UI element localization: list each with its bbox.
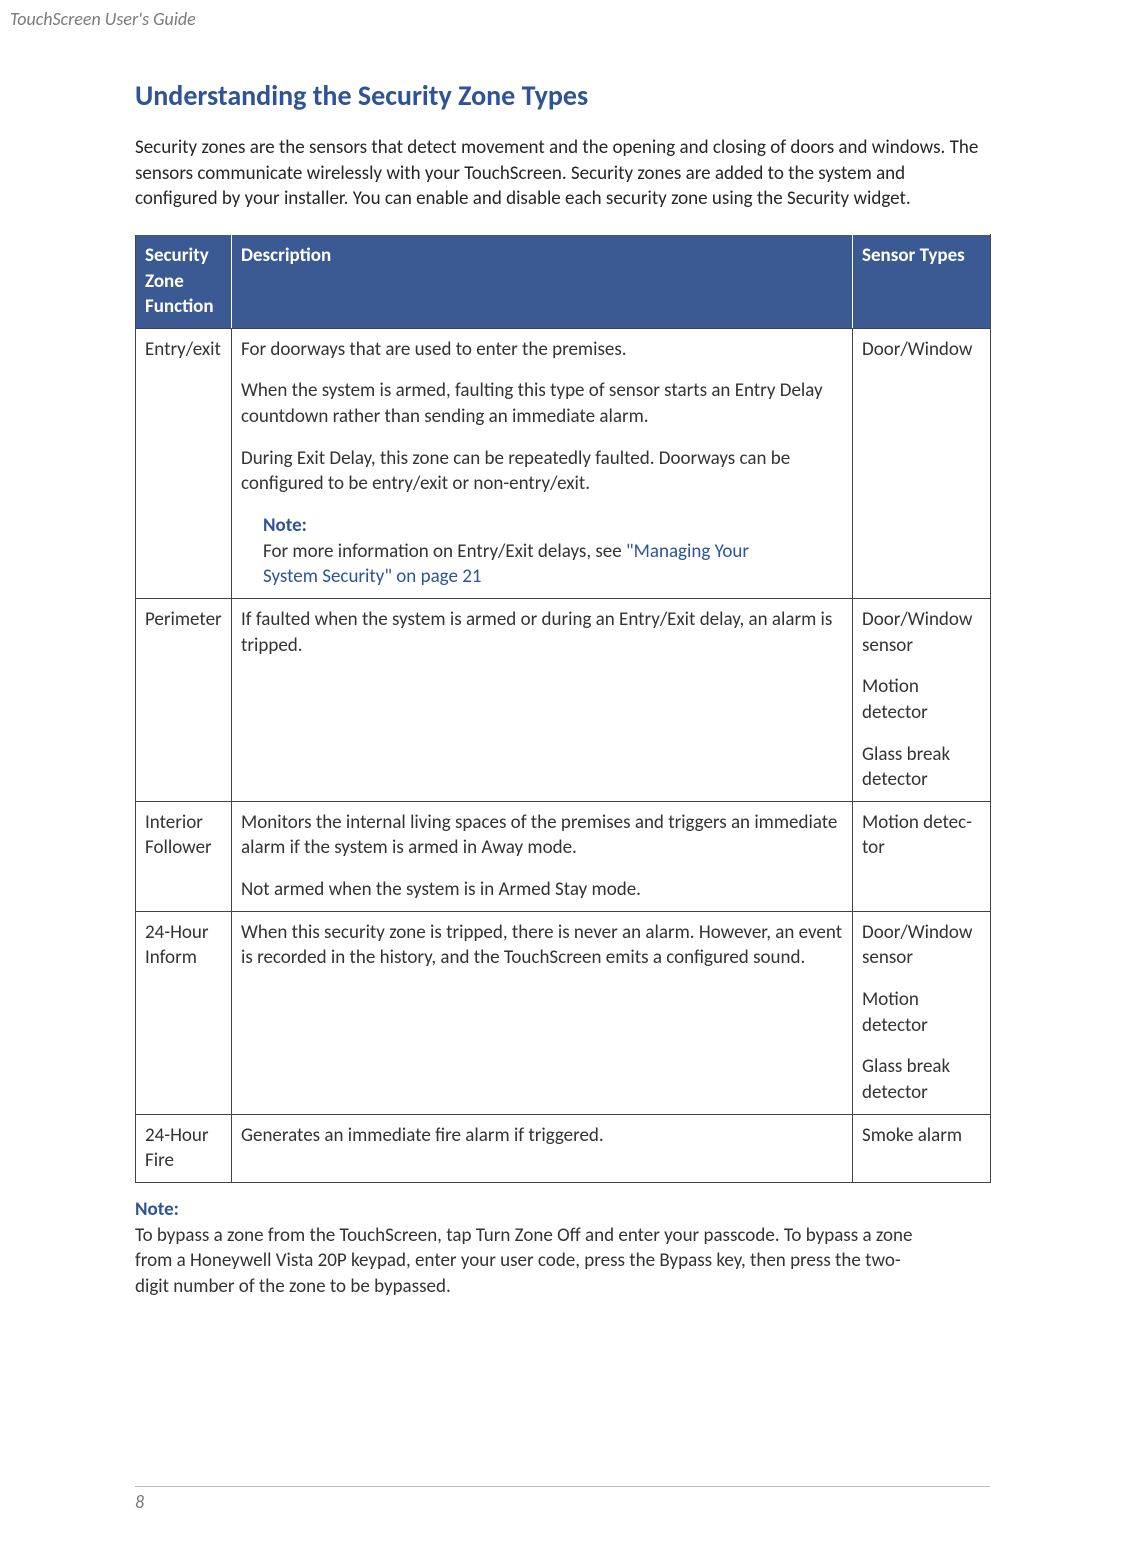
cell-description: Monitors the internal living spaces of t… [232,801,853,911]
table-row: Entry/exit For doorways that are used to… [136,328,991,598]
sensor-item: Motion detector [862,674,981,725]
cell-description: For doorways that are used to enter the … [232,328,853,598]
cell-description: Generates an immediate fire alarm if tri… [232,1114,853,1182]
desc-p: Generates an immediate fire alarm if tri… [241,1123,843,1149]
security-zone-table: Security Zone Function Description Senso… [135,234,991,1183]
note-label: Note: [135,1197,205,1223]
table-header-row: Security Zone Function Description Senso… [136,234,991,328]
cell-sensors: Smoke alarm [853,1114,991,1182]
desc-p: When this security zone is tripped, ther… [241,920,843,971]
table-row: Interior Follower Monitors the internal … [136,801,991,911]
table-row: 24-Hour Fire Generates an immediate fire… [136,1114,991,1182]
page: TouchScreen User's Guide Understanding t… [0,0,1121,1543]
note-text: For more information on Entry/Exit delay… [263,540,626,563]
table-row: Perimeter If faulted when the system is … [136,598,991,801]
section-title: Understanding the Security Zone Types [135,78,991,113]
sensor-item: Door/Window sensor [862,607,981,658]
desc-p: If faulted when the system is armed or d… [241,607,843,658]
cell-sensors: Door/Window sensor Motion detector Glass… [853,598,991,801]
doc-header: TouchScreen User's Guide [10,8,991,30]
sensor-item: Door/Window [862,337,981,363]
cell-sensors: Motion detec­tor [853,801,991,911]
cell-sensors: Door/Window [853,328,991,598]
cell-function: 24-Hour Fire [136,1114,232,1182]
note-body: For more information on Entry/Exit delay… [263,539,773,590]
th-function: Security Zone Function [136,234,232,328]
desc-p: During Exit Delay, this zone can be repe… [241,446,843,497]
inline-note: Note: For more information on Entry/Exit… [263,513,843,590]
cell-function: Entry/exit [136,328,232,598]
desc-p: For doorways that are used to enter the … [241,337,843,363]
sensor-item: Glass break detector [862,742,981,793]
sensor-item: Glass break detector [862,1054,981,1105]
intro-paragraph: Security zones are the sensors that dete… [135,135,991,212]
sensor-item: Motion detector [862,987,981,1038]
desc-p: Not armed when the system is in Armed St… [241,877,843,903]
sensor-item: Smoke alarm [862,1123,981,1149]
note-label: Note: [263,513,333,539]
page-number: 8 [135,1486,990,1513]
cell-sensors: Door/Window sensor Motion detector Glass… [853,911,991,1114]
sensor-item: Motion detec­tor [862,810,981,861]
sensor-item: Door/Window sensor [862,920,981,971]
th-description: Description [232,234,853,328]
table-row: 24-Hour Inform When this security zone i… [136,911,991,1114]
cell-function: 24-Hour Inform [136,911,232,1114]
th-sensor-types: Sensor Types [853,234,991,328]
cell-description: When this security zone is tripped, ther… [232,911,853,1114]
note-body: To bypass a zone from the TouchScreen, t… [135,1223,921,1300]
cell-function: Perimeter [136,598,232,801]
cell-description: If faulted when the system is armed or d… [232,598,853,801]
bottom-note: Note: To bypass a zone from the TouchScr… [135,1197,991,1300]
desc-p: When the system is armed, faulting this … [241,378,843,429]
cell-function: Interior Follower [136,801,232,911]
desc-p: Monitors the internal living spaces of t… [241,810,843,861]
